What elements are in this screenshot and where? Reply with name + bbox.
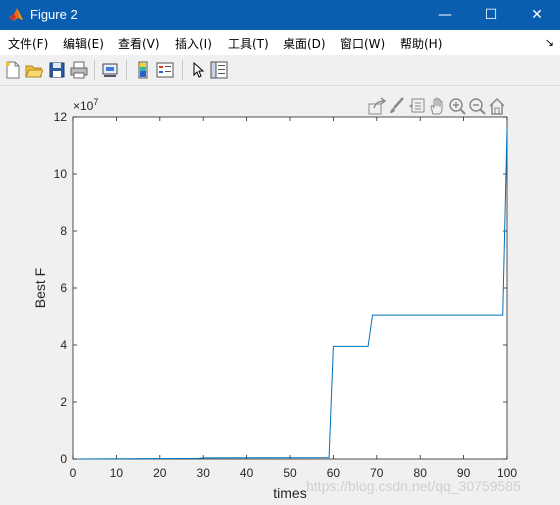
y-tick-label: 2 [60,395,67,409]
x-tick-label: 30 [197,466,211,480]
x-axis-label: times [273,485,306,501]
x-tick-label: 20 [153,466,167,480]
y-tick-label: 8 [60,224,67,238]
plot-area[interactable] [72,116,508,460]
y-exponent-label: ×107 [73,97,98,113]
line-chart: 0 10 20 30 40 50 60 70 80 90 100 024681012 ×107 ti… [32,97,517,501]
y-tick-label: 4 [60,338,67,352]
y-tick-label: 6 [60,281,67,295]
y-tick-label: 10 [54,167,68,181]
y-axis-label: Best F [32,268,48,308]
watermark: https://blog.csdn.net/qq_30759585 [306,478,521,494]
x-tick-label: 10 [110,466,124,480]
x-tick-label: 50 [283,466,297,480]
x-tick-label: 40 [240,466,254,480]
y-tick-label: 12 [54,110,68,124]
y-tick-label: 0 [60,452,67,466]
x-tick-label: 0 [70,466,77,480]
